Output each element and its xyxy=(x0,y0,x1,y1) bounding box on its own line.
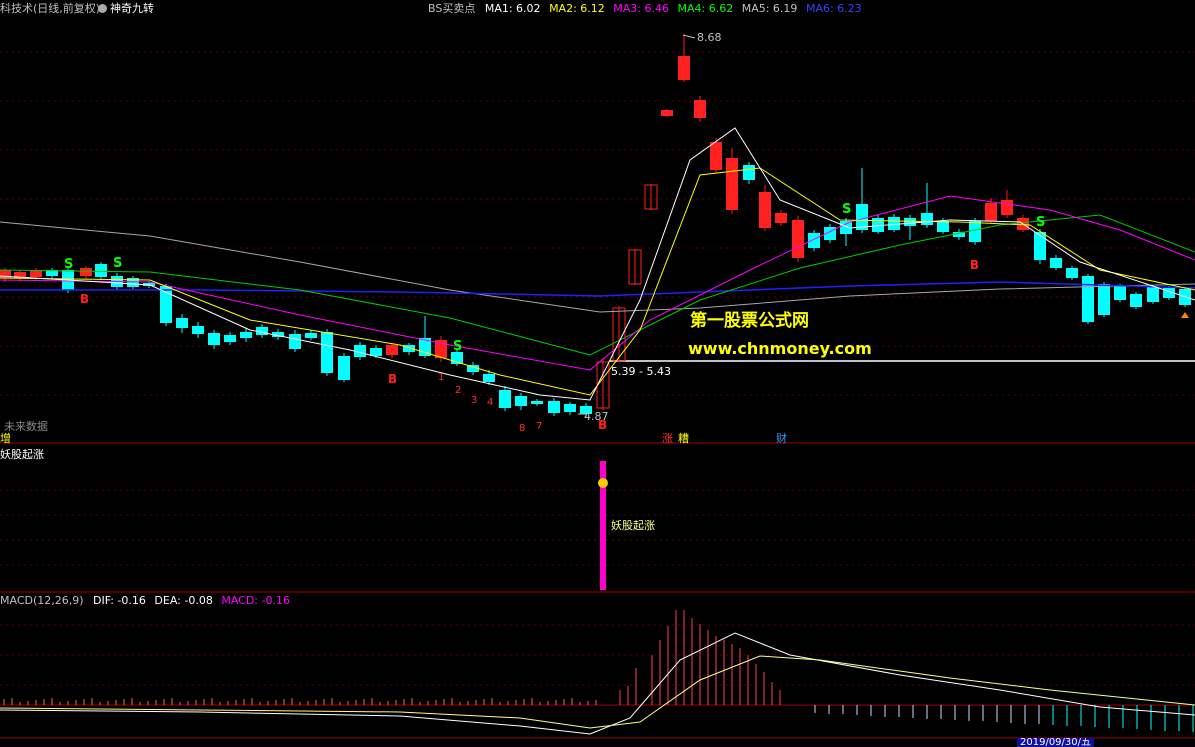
dif-line xyxy=(0,632,1195,735)
count-label: 8 xyxy=(519,423,526,434)
candle-body xyxy=(1034,232,1046,260)
sell-signal: S xyxy=(842,202,852,217)
candle-body xyxy=(726,158,738,210)
buy-signal: B xyxy=(970,258,980,272)
candle-body xyxy=(694,100,706,118)
candle-body xyxy=(256,327,268,335)
candle-body xyxy=(1130,294,1142,307)
watermark-url: www.chnmoney.com xyxy=(688,339,872,358)
candle-body xyxy=(208,333,220,345)
dea-value: DEA: -0.08 xyxy=(154,594,213,607)
macd-title: MACD(12,26,9) xyxy=(0,594,84,607)
candle-body xyxy=(483,374,495,382)
count-label: 3 xyxy=(471,395,478,406)
candle-body xyxy=(969,221,981,242)
sell-signal: S xyxy=(1036,215,1046,230)
buy-signal: B xyxy=(598,418,608,432)
candle-body xyxy=(937,221,949,232)
candle-body xyxy=(176,318,188,328)
candle-body xyxy=(743,165,755,180)
event-mark-news[interactable]: 糟 xyxy=(678,430,689,446)
ma4-line xyxy=(0,214,1195,356)
event-mark-finance[interactable]: 财 xyxy=(776,430,787,446)
candle-body xyxy=(678,56,690,80)
ma1-line xyxy=(0,127,1195,401)
candle-body xyxy=(661,110,673,116)
candle-body xyxy=(80,268,92,276)
candle-body xyxy=(305,333,317,338)
candle-body xyxy=(1098,284,1110,315)
demon-signal-label: 妖股起涨 xyxy=(611,519,655,532)
cursor-date: 2019/09/30/五 xyxy=(1017,738,1095,747)
candle-body xyxy=(759,192,771,228)
bottom-mark: 增 xyxy=(0,432,11,445)
peak-marker xyxy=(682,34,696,39)
candle-body xyxy=(564,404,576,412)
dea-line xyxy=(0,655,1195,729)
candle-body xyxy=(192,326,204,334)
candle-body xyxy=(240,332,252,338)
demon-signal-dot xyxy=(598,478,608,488)
candle-body xyxy=(160,286,172,323)
watermark-title: 第一股票公式网 xyxy=(690,311,809,331)
count-label: 4 xyxy=(487,397,494,408)
kline-chart[interactable] xyxy=(0,0,1195,747)
candle-body xyxy=(1147,287,1159,302)
demon-panel-title: 妖股起涨 xyxy=(0,448,44,461)
event-mark-rise[interactable]: 涨 xyxy=(662,430,673,446)
candle-body xyxy=(792,220,804,258)
candle-body xyxy=(515,396,527,406)
candle-body xyxy=(321,332,333,373)
candle-body xyxy=(1050,258,1062,268)
peak-price-label: 8.68 xyxy=(697,31,722,44)
buy-signal: B xyxy=(80,292,90,306)
candle-body xyxy=(904,218,916,226)
candle-body xyxy=(30,270,42,277)
candle-body xyxy=(531,401,543,404)
candle-body xyxy=(1001,200,1013,215)
cursor-arrow-icon xyxy=(1181,312,1189,318)
count-label: 7 xyxy=(536,421,543,432)
candle-body xyxy=(289,334,301,349)
candle-body xyxy=(856,204,868,230)
buy-signal: B xyxy=(388,372,398,386)
candle-body xyxy=(499,390,511,408)
candle-body xyxy=(710,142,722,170)
candle-body xyxy=(386,345,398,355)
candle-body xyxy=(775,213,787,223)
sell-signal: S xyxy=(453,339,463,354)
candle-body xyxy=(985,203,997,221)
count-label: 2 xyxy=(455,385,462,396)
candle-body xyxy=(921,213,933,225)
sell-signal: S xyxy=(113,256,123,271)
candle-body xyxy=(888,217,900,230)
macd-legend: MACD(12,26,9) DIF: -0.16 DEA: -0.08 MACD… xyxy=(0,594,290,607)
sell-signal: S xyxy=(64,257,74,272)
candle-body xyxy=(224,335,236,342)
candle-body xyxy=(1066,268,1078,278)
candle-body xyxy=(548,401,560,413)
candle-body xyxy=(95,264,107,277)
macd-value: MACD: -0.16 xyxy=(221,594,290,607)
candle-body xyxy=(1082,276,1094,322)
dif-value: DIF: -0.16 xyxy=(93,594,146,607)
candle-body xyxy=(808,233,820,248)
candle-body xyxy=(338,356,350,380)
candle-body xyxy=(1114,286,1126,300)
range-label: 5.39 - 5.43 xyxy=(611,365,671,378)
candle-body xyxy=(370,348,382,356)
count-label: 1 xyxy=(438,372,445,383)
